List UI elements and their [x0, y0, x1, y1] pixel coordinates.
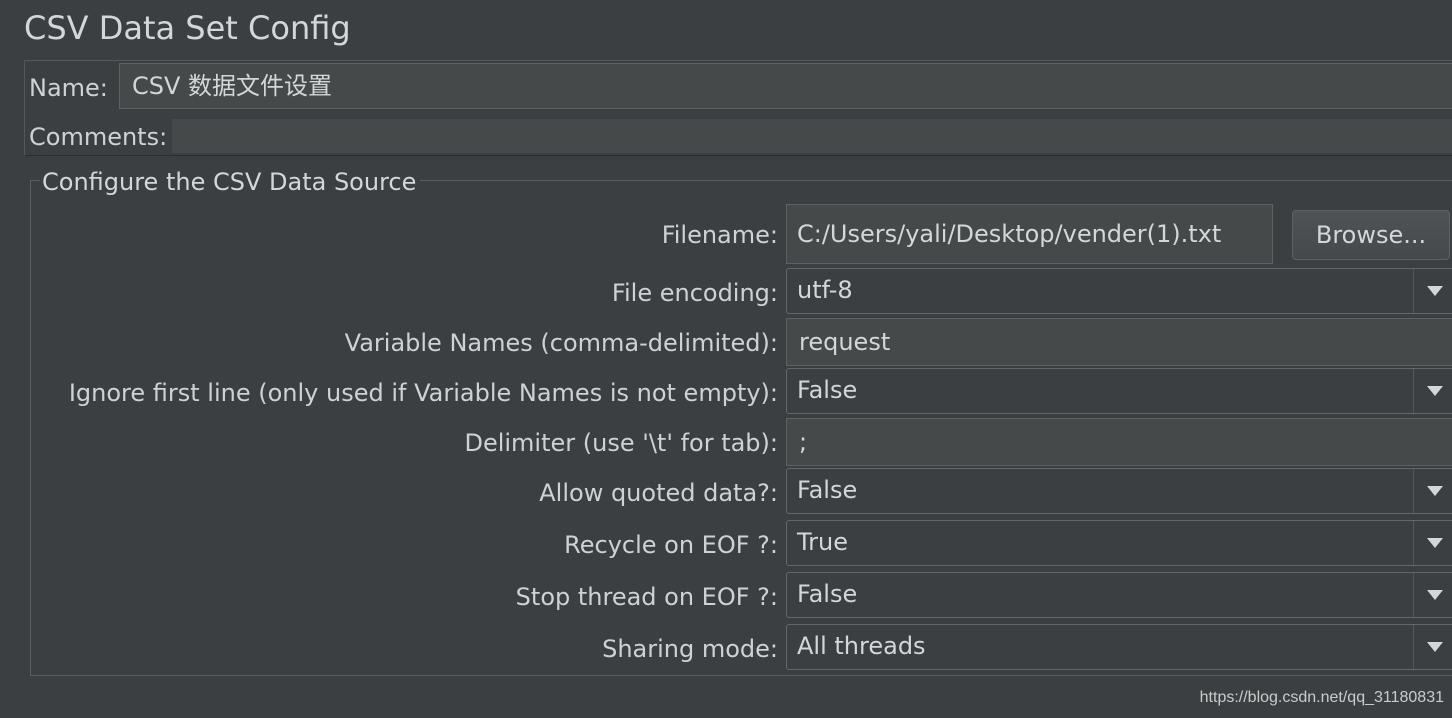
name-label: Name: — [29, 74, 108, 102]
file-encoding-label: File encoding: — [611, 279, 778, 307]
delimiter-label: Delimiter (use '\t' for tab): — [464, 429, 778, 457]
file-encoding-select[interactable]: utf-8 — [786, 268, 1452, 314]
watermark-text: https://blog.csdn.net/qq_31180831 — [1199, 689, 1444, 706]
chevron-down-icon[interactable] — [1413, 369, 1452, 413]
sharing-mode-value: All threads — [797, 632, 926, 660]
section-title: Configure the CSV Data Source — [40, 166, 421, 198]
filename-input[interactable]: C:/Users/yali/Desktop/vender(1).txt — [786, 204, 1273, 264]
comments-input[interactable] — [172, 119, 1452, 153]
filename-label: Filename: — [661, 221, 778, 249]
csv-data-set-config-panel: CSV Data Set Config Name: CSV 数据文件设置 Com… — [0, 0, 1452, 718]
chevron-down-icon[interactable] — [1413, 625, 1452, 669]
allow-quoted-value: False — [797, 476, 858, 504]
chevron-down-icon[interactable] — [1413, 573, 1452, 617]
sharing-mode-select[interactable]: All threads — [786, 624, 1452, 670]
recycle-eof-select[interactable]: True — [786, 520, 1452, 566]
delimiter-input[interactable]: ; — [786, 418, 1452, 466]
ignore-first-line-select[interactable]: False — [786, 368, 1452, 414]
panel-title: CSV Data Set Config — [24, 9, 351, 47]
ignore-first-line-value: False — [797, 376, 858, 404]
allow-quoted-label: Allow quoted data?: — [539, 479, 778, 507]
variable-names-label: Variable Names (comma-delimited): — [344, 329, 778, 357]
allow-quoted-select[interactable]: False — [786, 468, 1452, 514]
stop-thread-eof-value: False — [797, 580, 858, 608]
name-comments-block: Name: CSV 数据文件设置 Comments: — [24, 60, 1452, 156]
stop-thread-eof-label: Stop thread on EOF ?: — [515, 583, 778, 611]
stop-thread-eof-select[interactable]: False — [786, 572, 1452, 618]
sharing-mode-label: Sharing mode: — [602, 635, 778, 663]
chevron-down-icon[interactable] — [1413, 469, 1452, 513]
recycle-eof-value: True — [797, 528, 848, 556]
variable-names-input[interactable]: request — [786, 318, 1452, 366]
ignore-first-line-label: Ignore first line (only used if Variable… — [68, 379, 778, 407]
chevron-down-icon[interactable] — [1413, 521, 1452, 565]
name-input[interactable]: CSV 数据文件设置 — [119, 63, 1452, 109]
chevron-down-icon[interactable] — [1413, 269, 1452, 313]
browse-button[interactable]: Browse... — [1292, 210, 1450, 260]
file-encoding-value: utf-8 — [797, 276, 853, 304]
comments-label: Comments: — [29, 123, 168, 151]
recycle-eof-label: Recycle on EOF ?: — [564, 531, 778, 559]
